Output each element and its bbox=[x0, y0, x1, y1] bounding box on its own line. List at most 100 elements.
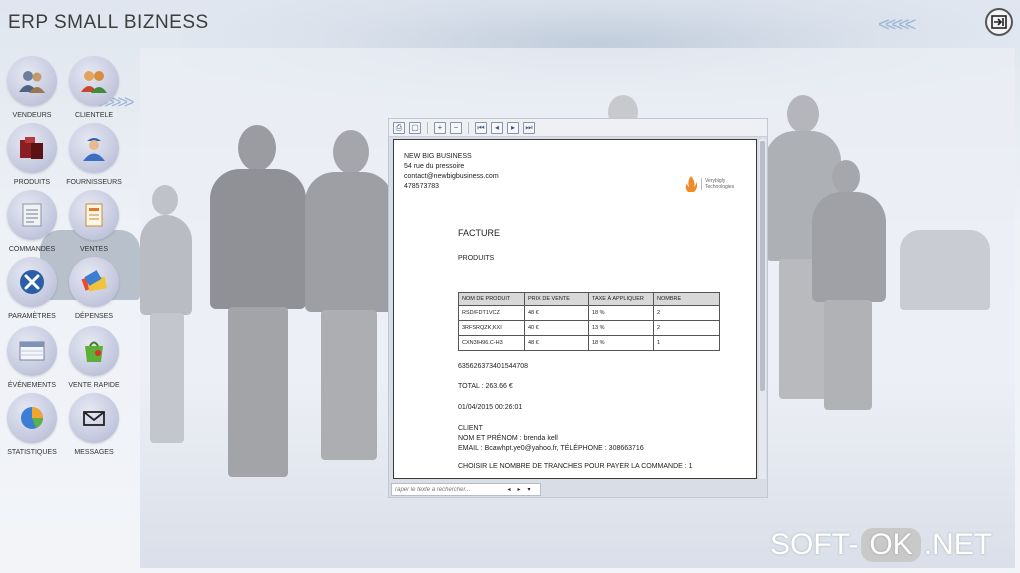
company-phone: 478573783 bbox=[404, 183, 440, 190]
sidebar-item-fournisseurs[interactable]: FOURNISSEURS bbox=[62, 123, 126, 186]
scrollbar-thumb[interactable] bbox=[760, 141, 765, 391]
supplier-icon bbox=[83, 138, 105, 161]
sidebar-item-label: COMMANDES bbox=[8, 246, 56, 253]
table-cell: 18 % bbox=[588, 335, 654, 351]
previous-page-button[interactable]: ◂ bbox=[491, 121, 503, 134]
toolbar-divider bbox=[427, 121, 428, 134]
sellers-icon bbox=[19, 71, 45, 93]
client-header: CLIENT bbox=[458, 425, 483, 432]
sidebar-item-evenements[interactable]: ÉVÉNEMENTS bbox=[0, 326, 64, 389]
sidebar-item-depenses[interactable]: DÉPENSES bbox=[62, 257, 126, 320]
sidebar-item-vendeurs[interactable]: VENDEURS bbox=[0, 56, 64, 119]
next-page-button[interactable]: ▸ bbox=[507, 121, 519, 134]
exit-icon bbox=[991, 15, 1007, 29]
report-toolbar: ⎙ ▢ + − ⏮ ◂ ▸ ⏭ bbox=[389, 119, 767, 137]
company-name: NEW BIG BUSINESS bbox=[404, 153, 472, 160]
table-cell: 13 % bbox=[588, 320, 654, 336]
calendar-icon bbox=[19, 341, 45, 361]
table-cell: 2 bbox=[653, 305, 720, 321]
app-title: ERP SMALL BIZNESS bbox=[8, 12, 209, 33]
report-search-input[interactable] bbox=[392, 486, 504, 493]
expenses-icon bbox=[81, 270, 107, 292]
flame-logo-icon bbox=[685, 176, 698, 192]
invoice-page: NEW BIG BUSINESS 54 rue du pressoire con… bbox=[393, 139, 757, 479]
installments-line: CHOISIR LE NOMBRE DE TRANCHES POUR PAYER… bbox=[458, 463, 693, 470]
sidebar-item-label: PRODUITS bbox=[13, 179, 51, 186]
table-cell: RSD/FDT1VCZ bbox=[458, 305, 525, 321]
page-setup-icon: ▢ bbox=[411, 122, 419, 132]
watermark-text-right: .NET bbox=[923, 528, 993, 561]
decorative-arrows-right: <<<<< bbox=[878, 14, 916, 36]
last-page-icon: ⏭ bbox=[525, 122, 533, 132]
sidebar-item-label: VENTES bbox=[79, 246, 108, 253]
search-options-icon[interactable]: ▾ bbox=[524, 486, 534, 493]
sidebar: VENDEURS CLIENTELE PRODUITS FOURNISSEURS bbox=[0, 52, 140, 472]
invoice-reference: 635626373401544708 bbox=[458, 363, 529, 370]
page-setup-button[interactable]: ▢ bbox=[409, 121, 421, 134]
watermark-text-left: SOFT- bbox=[770, 528, 859, 561]
sidebar-item-label: CLIENTELE bbox=[74, 112, 114, 119]
company-email: contact@newbigbusiness.com bbox=[404, 173, 499, 180]
invoice-date: 01/04/2015 00:26:01 bbox=[458, 404, 523, 411]
settings-icon bbox=[20, 270, 44, 294]
sidebar-item-ventes[interactable]: VENTES bbox=[62, 190, 126, 253]
last-page-button[interactable]: ⏭ bbox=[523, 121, 535, 134]
sidebar-item-label: VENTE RAPIDE bbox=[68, 382, 120, 389]
zoom-out-button[interactable]: − bbox=[450, 121, 462, 134]
table-cell: 48 € bbox=[524, 335, 589, 351]
client-name: NOM ET PRÉNOM : brenda kell bbox=[458, 435, 558, 442]
zoom-out-icon: − bbox=[453, 122, 459, 132]
table-row: RSD/FDT1VCZ 48 € 18 % 2 bbox=[458, 305, 720, 321]
column-header: NOM DE PRODUIT bbox=[458, 292, 525, 306]
next-page-icon: ▸ bbox=[510, 122, 515, 132]
watermark-text-mid: OK bbox=[861, 528, 921, 562]
clients-icon bbox=[81, 71, 107, 93]
sidebar-item-label: STATISTIQUES bbox=[7, 449, 57, 456]
products-section-title: PRODUITS bbox=[458, 255, 495, 262]
invoice-total: TOTAL : 263.66 € bbox=[458, 383, 513, 390]
quick-sale-icon bbox=[85, 341, 103, 362]
zoom-in-button[interactable]: + bbox=[434, 121, 446, 134]
sidebar-item-commandes[interactable]: COMMANDES bbox=[0, 190, 64, 253]
sidebar-item-clientele[interactable]: CLIENTELE bbox=[62, 56, 126, 119]
sidebar-item-label: MESSAGES bbox=[74, 449, 114, 456]
sidebar-item-label: VENDEURS bbox=[12, 112, 52, 119]
print-button[interactable]: ⎙ bbox=[393, 121, 405, 134]
zoom-in-icon: + bbox=[437, 122, 443, 132]
search-previous-icon[interactable]: ◂ bbox=[504, 486, 514, 493]
table-cell: CXN3IH96.C-H3 bbox=[458, 335, 525, 351]
sidebar-item-statistiques[interactable]: STATISTIQUES bbox=[0, 393, 64, 456]
sidebar-item-produits[interactable]: PRODUITS bbox=[0, 123, 64, 186]
print-icon: ⎙ bbox=[395, 122, 403, 132]
client-block: CLIENT NOM ET PRÉNOM : brenda kell EMAIL… bbox=[458, 424, 644, 454]
table-cell: 2 bbox=[653, 320, 720, 336]
sales-icon bbox=[85, 203, 103, 227]
exit-button[interactable] bbox=[985, 8, 1013, 36]
sidebar-item-messages[interactable]: MESSAGES bbox=[62, 393, 126, 456]
table-cell: 3RFSRQZK,KXI bbox=[458, 320, 525, 336]
pie-chart-icon bbox=[21, 407, 43, 429]
company-address: 54 rue du pressoire bbox=[404, 163, 465, 170]
sidebar-item-parametres[interactable]: PARAMÈTRES bbox=[0, 257, 64, 320]
invoice-title: FACTURE bbox=[458, 228, 501, 238]
table-row: CXN3IH96.C-H3 48 € 18 % 1 bbox=[458, 335, 720, 351]
previous-page-icon: ◂ bbox=[494, 122, 499, 132]
table-cell: 40 € bbox=[524, 320, 589, 336]
column-header: PRIX DE VENTE bbox=[524, 292, 589, 306]
table-cell: 1 bbox=[653, 335, 720, 351]
table-cell: 18 % bbox=[588, 305, 654, 321]
sidebar-item-label: ÉVÉNEMENTS bbox=[7, 382, 57, 389]
client-contact: EMAIL : Bcawhpt.ye0@yahoo.fr, TÉLÉPHONE … bbox=[458, 445, 644, 452]
sidebar-item-label: DÉPENSES bbox=[74, 313, 114, 320]
column-header: TAXE À APPLIQUER bbox=[588, 292, 654, 306]
sidebar-item-vente-rapide[interactable]: VENTE RAPIDE bbox=[62, 326, 126, 389]
sidebar-item-label: PARAMÈTRES bbox=[8, 313, 56, 320]
table-cell: 48 € bbox=[524, 305, 589, 321]
table-row: 3RFSRQZK,KXI 40 € 13 % 2 bbox=[458, 320, 720, 336]
products-icon bbox=[20, 137, 43, 159]
report-viewer: ⎙ ▢ + − ⏮ ◂ ▸ ⏭ NEW BIG BUSINESS 54 rue … bbox=[388, 118, 768, 498]
report-scrollbar[interactable] bbox=[759, 139, 766, 479]
table-header-row: NOM DE PRODUIT PRIX DE VENTE TAXE À APPL… bbox=[458, 292, 720, 306]
search-next-icon[interactable]: ▸ bbox=[514, 486, 524, 493]
first-page-button[interactable]: ⏮ bbox=[475, 121, 487, 134]
